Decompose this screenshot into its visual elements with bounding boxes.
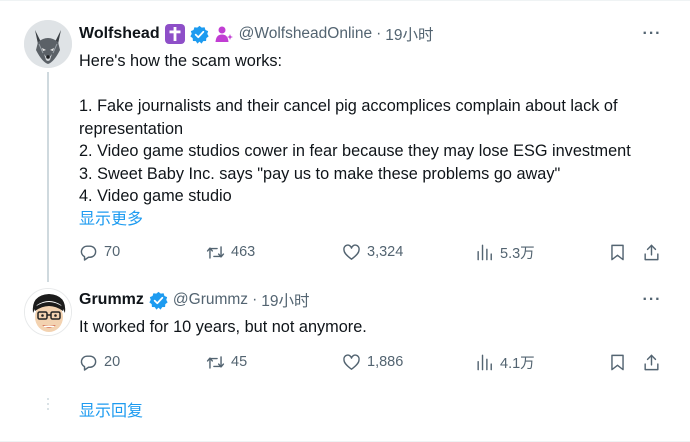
latin-cross-emoji-icon xyxy=(164,24,185,44)
share-icon xyxy=(644,354,659,370)
reply-icon xyxy=(80,244,97,261)
share-button[interactable] xyxy=(642,240,661,264)
bookmark-icon xyxy=(611,354,624,370)
heart-icon xyxy=(343,243,360,260)
reply-button[interactable]: 70 xyxy=(79,240,120,264)
reply-icon xyxy=(80,354,97,371)
timestamp[interactable]: 19小时 xyxy=(261,289,309,311)
views-button[interactable]: 5.3万 xyxy=(475,240,535,264)
display-name[interactable]: Wolfshead xyxy=(79,25,160,43)
show-replies-link[interactable]: 显示回复 xyxy=(79,397,143,421)
handle[interactable]: @WolfsheadOnline xyxy=(239,25,373,43)
tweet-actions: 20 45 1,886 4.1万 xyxy=(79,350,669,374)
more-options-button[interactable]: ··· xyxy=(640,23,664,45)
view-count: 5.3万 xyxy=(500,245,535,262)
views-chart-icon xyxy=(477,354,492,370)
show-more-link[interactable]: 显示更多 xyxy=(79,205,143,229)
retweet-button[interactable]: 45 xyxy=(206,350,247,374)
tweet-text: Here's how the scam works: 1. Fake journ… xyxy=(79,52,631,205)
views-button[interactable]: 4.1万 xyxy=(475,350,535,374)
like-button[interactable]: 3,324 xyxy=(342,240,403,264)
wolf-avatar-icon xyxy=(24,20,72,68)
reply-count: 20 xyxy=(104,354,121,370)
verified-badge-icon[interactable] xyxy=(149,291,168,310)
share-button[interactable] xyxy=(642,350,661,374)
more-options-button[interactable]: ··· xyxy=(640,289,664,311)
cartoon-face-avatar-icon xyxy=(25,289,71,335)
thread-line xyxy=(47,72,49,282)
retweet-count: 45 xyxy=(231,354,248,370)
retweet-icon xyxy=(206,245,225,259)
avatar[interactable] xyxy=(24,288,72,336)
avatar[interactable] xyxy=(24,20,72,68)
tweet-header: Grummz @Grummz · 19小时 xyxy=(79,289,309,311)
view-count: 4.1万 xyxy=(500,355,535,372)
tweet-actions: 70 463 3,324 5.3万 xyxy=(79,240,669,264)
tweet-header: Wolfshead @WolfsheadOnline · 19小时 xyxy=(79,23,434,45)
heart-icon xyxy=(343,353,360,370)
like-count: 1,886 xyxy=(367,354,404,370)
bookmark-icon xyxy=(611,244,624,260)
separator-dot: · xyxy=(252,291,258,308)
display-name[interactable]: Grummz xyxy=(79,291,144,309)
handle[interactable]: @Grummz xyxy=(173,291,248,309)
share-icon xyxy=(644,244,659,260)
timestamp[interactable]: 19小时 xyxy=(385,23,433,45)
bookmark-button[interactable] xyxy=(608,240,627,264)
thread-continuation-dots xyxy=(46,398,50,413)
retweet-icon xyxy=(206,355,225,369)
tweet-wolfshead[interactable]: Wolfshead @WolfsheadOnline · 19小时 ··· He… xyxy=(0,0,690,282)
tweet-text: It worked for 10 years, but not anymore. xyxy=(79,318,367,336)
verified-badge-icon[interactable] xyxy=(189,25,209,44)
bookmark-button[interactable] xyxy=(608,350,627,374)
retweet-count: 463 xyxy=(231,244,256,260)
reply-button[interactable]: 20 xyxy=(79,350,120,374)
reply-count: 70 xyxy=(104,244,121,260)
person-with-sparkles-emoji-icon xyxy=(214,24,234,44)
retweet-button[interactable]: 463 xyxy=(206,240,255,264)
separator-dot: · xyxy=(376,25,382,42)
like-button[interactable]: 1,886 xyxy=(342,350,403,374)
like-count: 3,324 xyxy=(367,244,404,260)
views-chart-icon xyxy=(477,244,492,260)
tweet-grummz[interactable]: Grummz @Grummz · 19小时 ··· It worked for … xyxy=(0,280,690,380)
